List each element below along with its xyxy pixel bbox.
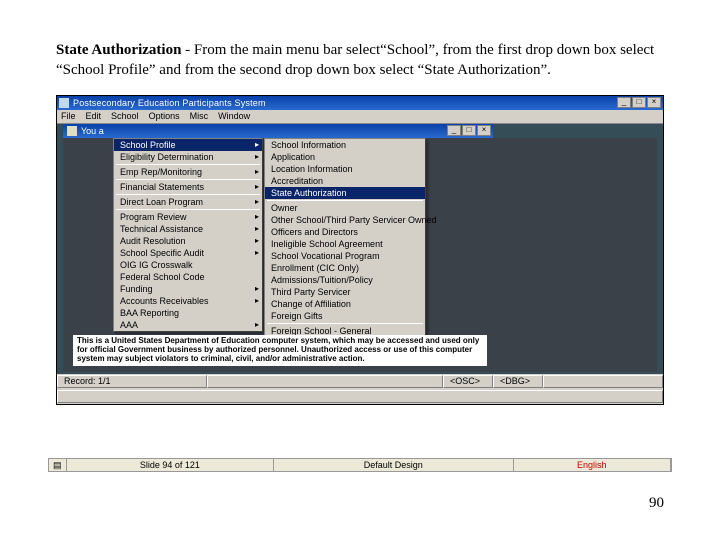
inner-close-button[interactable]: ×	[477, 125, 491, 136]
inner-minimize-button[interactable]: _	[447, 125, 461, 136]
profile-submenu-item[interactable]: School Vocational Program	[265, 250, 425, 262]
school-menu-item[interactable]: BAA Reporting	[114, 307, 262, 319]
school-menu-separator	[116, 194, 260, 195]
outer-window-title: Postsecondary Education Participants Sys…	[73, 98, 617, 108]
app-icon	[59, 98, 69, 108]
inner-titlebar: You a _ □ ×	[63, 124, 493, 138]
school-menu-item[interactable]: School Specific Audit	[114, 247, 262, 259]
outer-maximize-button[interactable]: □	[632, 97, 646, 108]
slide-counter: Slide 94 of 121	[67, 459, 274, 471]
profile-submenu-item[interactable]: Change of Affiliation	[265, 298, 425, 310]
profile-submenu-item[interactable]: Foreign Gifts	[265, 310, 425, 322]
school-menu-item[interactable]: OIG IG Crosswalk	[114, 259, 262, 271]
inner-maximize-button[interactable]: □	[462, 125, 476, 136]
profile-submenu-item[interactable]: School Information	[265, 139, 425, 151]
school-menu-item[interactable]: School Profile	[114, 139, 262, 151]
page-number: 90	[649, 495, 664, 512]
slide-language: English	[514, 459, 671, 471]
inner-window-title: You a	[81, 126, 447, 136]
school-menu-item[interactable]: Financial Statements	[114, 181, 262, 193]
app-screenshot: Postsecondary Education Participants Sys…	[56, 95, 664, 405]
school-menu-item[interactable]: Technical Assistance	[114, 223, 262, 235]
profile-submenu-item[interactable]: Admissions/Tuition/Policy	[265, 274, 425, 286]
menu-window[interactable]: Window	[218, 111, 250, 121]
menubar: File Edit School Options Misc Window	[57, 110, 663, 124]
school-menu-item[interactable]: Audit Resolution	[114, 235, 262, 247]
menu-misc[interactable]: Misc	[190, 111, 209, 121]
profile-submenu-separator	[267, 323, 423, 324]
school-menu-item[interactable]: Accounts Receivables	[114, 295, 262, 307]
statusbar: Record: 1/1 <OSC> <DBG>	[57, 374, 663, 404]
profile-submenu-item[interactable]: Ineligible School Agreement	[265, 238, 425, 250]
school-profile-submenu: School InformationApplicationLocation In…	[264, 138, 426, 350]
profile-submenu-item[interactable]: Third Party Servicer	[265, 286, 425, 298]
menu-edit[interactable]: Edit	[86, 111, 102, 121]
school-menu-item[interactable]: Federal School Code	[114, 271, 262, 283]
school-menu-item[interactable]: Eligibility Determination	[114, 151, 262, 163]
school-menu-item[interactable]: Emp Rep/Monitoring	[114, 166, 262, 178]
school-menu-separator	[116, 179, 260, 180]
slide-status-bar: ▤ Slide 94 of 121 Default Design English	[48, 458, 672, 472]
profile-submenu-item[interactable]: Application	[265, 151, 425, 163]
slide-design: Default Design	[274, 459, 514, 471]
profile-submenu-item[interactable]: Enrollment (CIC Only)	[265, 262, 425, 274]
school-menu-item[interactable]: AAA	[114, 319, 262, 331]
school-menu-separator	[116, 209, 260, 210]
school-menu-separator	[116, 164, 260, 165]
school-menu-item[interactable]: Funding	[114, 283, 262, 295]
inner-window-icon	[67, 126, 77, 136]
disclaimer-text: This is a United States Department of Ed…	[73, 335, 487, 365]
menu-options[interactable]: Options	[149, 111, 180, 121]
instruction-text: State Authorization - From the main menu…	[56, 40, 664, 81]
app-body: School ProfileEligibility Determination E…	[63, 138, 657, 372]
outer-close-button[interactable]: ×	[647, 97, 661, 108]
instruction-heading: State Authorization	[56, 42, 181, 58]
status-osc: <OSC>	[443, 375, 493, 388]
profile-submenu-item[interactable]: Owner	[265, 202, 425, 214]
status-dbg: <DBG>	[493, 375, 543, 388]
school-menu-item[interactable]: Direct Loan Program	[114, 196, 262, 208]
profile-submenu-item[interactable]: Accreditation	[265, 175, 425, 187]
outer-minimize-button[interactable]: _	[617, 97, 631, 108]
school-dropdown-menu: School ProfileEligibility Determination E…	[113, 138, 263, 332]
profile-submenu-item[interactable]: Other School/Third Party Servicer Owned	[265, 214, 425, 226]
profile-submenu-separator	[267, 200, 423, 201]
profile-submenu-item[interactable]: Officers and Directors	[265, 226, 425, 238]
menu-file[interactable]: File	[61, 111, 76, 121]
profile-submenu-item[interactable]: State Authorization	[265, 187, 425, 199]
outer-titlebar: Postsecondary Education Participants Sys…	[57, 96, 663, 110]
outline-toggle-icon[interactable]: ▤	[49, 459, 67, 471]
menu-school[interactable]: School	[111, 111, 139, 121]
school-menu-item[interactable]: Program Review	[114, 211, 262, 223]
status-record: Record: 1/1	[57, 375, 207, 388]
profile-submenu-item[interactable]: Location Information	[265, 163, 425, 175]
